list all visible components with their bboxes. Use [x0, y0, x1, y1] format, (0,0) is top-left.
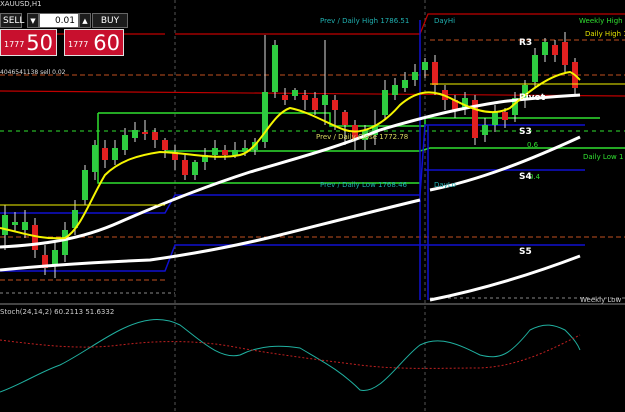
- bear-candle: [312, 98, 318, 110]
- bear-candle: [282, 95, 288, 100]
- sell-price-button[interactable]: 1777 50: [0, 29, 57, 56]
- bull-candle: [132, 130, 138, 138]
- bear-candle: [302, 95, 308, 100]
- bull-candle: [392, 85, 398, 95]
- lot-increase-icon[interactable]: ▲: [79, 13, 91, 28]
- bear-candle: [222, 150, 228, 155]
- one-click-trading-panel: SELL ▼ 0.01 ▲ BUY 1777 50 1777 60: [0, 10, 130, 56]
- buy-button[interactable]: BUY: [92, 13, 128, 28]
- lot-decrease-icon[interactable]: ▼: [27, 13, 39, 28]
- bull-candle: [272, 45, 278, 92]
- bull-candle: [92, 145, 98, 172]
- weekly-high-label: Weekly High: [579, 17, 623, 25]
- buy-price-button[interactable]: 1777 60: [64, 29, 124, 56]
- bull-candle: [402, 80, 408, 88]
- bull-candle: [482, 125, 488, 135]
- bull-candle: [2, 215, 8, 235]
- bull-candle: [492, 112, 498, 125]
- candles: [2, 32, 578, 278]
- bull-candle: [292, 90, 298, 96]
- bull-candle: [382, 90, 388, 115]
- green-level-line: [98, 112, 600, 127]
- daily-low-label: Daily Low 1: [583, 153, 624, 161]
- s4-label: S4: [519, 172, 532, 182]
- bull-candle: [52, 250, 58, 265]
- chart-symbol-title: XAUUSD,H1: [0, 0, 42, 8]
- bear-candle: [502, 112, 508, 120]
- slow-moving-average: [429, 254, 581, 302]
- bull-candle: [212, 148, 218, 155]
- bull-candle: [112, 148, 118, 160]
- prev-daily-low-label: Prev / Daily Low 1768.46: [320, 181, 407, 189]
- bull-candle: [542, 42, 548, 55]
- bull-candle: [412, 72, 418, 80]
- s5-label: S5: [519, 247, 532, 257]
- day-lo-label: DayLo: [434, 181, 456, 189]
- daily-high-label: Daily High 1: [585, 30, 625, 38]
- prev-daily-high-label: Prev / Daily High 1786.51: [320, 17, 410, 25]
- session-separators: [174, 0, 426, 412]
- bull-candle: [192, 162, 198, 175]
- bear-candle: [152, 132, 158, 140]
- bull-candle: [62, 230, 68, 255]
- bull-candle: [232, 150, 238, 155]
- bear-candle: [432, 62, 438, 85]
- bull-candle: [422, 62, 428, 70]
- prev-daily-close-label: Prev / Daily Close 1772.78: [316, 133, 409, 141]
- s2-value-label: 0.6: [527, 141, 539, 149]
- bear-candle: [142, 132, 148, 134]
- sell-button[interactable]: SELL: [0, 13, 24, 28]
- buy-price-prefix: 1777: [68, 40, 89, 49]
- pivot-label: Pivot: [519, 93, 546, 103]
- bull-candle: [22, 222, 28, 230]
- bear-candle: [182, 160, 188, 175]
- bull-candle: [322, 95, 328, 105]
- bear-candle: [162, 140, 168, 150]
- r3-label: R3: [519, 38, 533, 48]
- bull-candle: [532, 55, 538, 82]
- day-hi-label: DayHi: [434, 17, 456, 25]
- price-chart[interactable]: [0, 0, 625, 412]
- bull-candle: [82, 170, 88, 200]
- green-level-line: [97, 113, 420, 184]
- bear-candle: [332, 100, 338, 110]
- stoch-signal-line: [0, 334, 581, 369]
- bull-candle: [12, 222, 18, 225]
- buy-price-pips: 60: [93, 31, 120, 55]
- bear-candle: [342, 112, 348, 125]
- order-info-line: 4046541138 sell 0.02: [0, 69, 66, 76]
- bear-candle: [552, 45, 558, 55]
- weekly-low-label: Weekly Low: [580, 296, 622, 304]
- bull-candle: [122, 135, 128, 150]
- bear-candle: [562, 42, 568, 65]
- sell-price-pips: 50: [26, 31, 53, 55]
- sell-price-prefix: 1777: [4, 40, 25, 49]
- s3-label: S3: [519, 127, 532, 137]
- lot-size-input[interactable]: 0.01: [39, 13, 79, 28]
- bear-candle: [102, 148, 108, 160]
- stoch-main-line: [0, 319, 581, 393]
- oscillator-label: Stoch(24,14,2) 60.2113 51.6332: [0, 308, 115, 316]
- blue-level-line: [0, 244, 585, 272]
